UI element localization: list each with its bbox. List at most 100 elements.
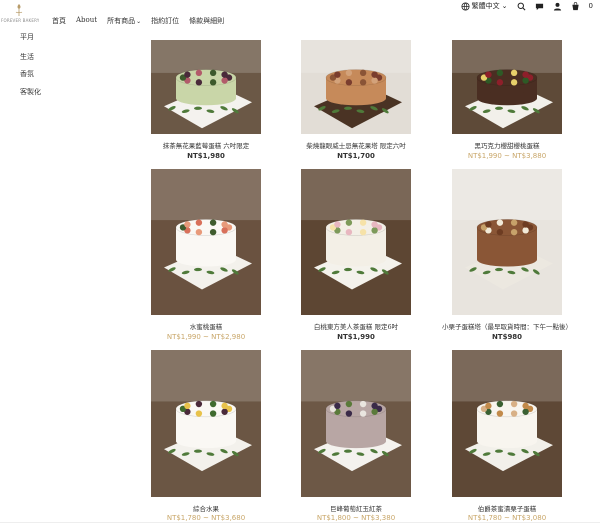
cake-topping [371, 227, 378, 234]
product-image[interactable] [151, 40, 261, 134]
product-name[interactable]: 白桃東方美人茶蛋糕 限定6吋 [291, 321, 421, 331]
photo-backdrop [301, 40, 411, 73]
chevron-down-icon: ⌄ [136, 18, 142, 25]
nav-all-products[interactable]: 所有商品⌄ [107, 16, 141, 26]
cake-topping [184, 221, 191, 228]
cake-topping [184, 71, 191, 78]
cake-topping [522, 77, 529, 84]
cake-topping [345, 219, 353, 226]
cake-topping [195, 228, 203, 236]
nav-reservation[interactable]: 指約訂位 [151, 16, 179, 26]
cake-topping [510, 219, 518, 226]
product-image[interactable] [151, 350, 261, 497]
product-name[interactable]: 水蜜桃蛋糕 [141, 321, 271, 331]
cake-topping [345, 79, 353, 86]
product-image[interactable] [452, 40, 562, 134]
globe-icon [461, 1, 470, 11]
cake-topping [359, 219, 367, 226]
cake-topping [485, 71, 492, 78]
photo-backdrop [151, 40, 261, 73]
site-header: FOREVER BAKERY 首頁 About 所有商品⌄ 指約訂位 條款與細則… [0, 0, 600, 40]
cake-topping [496, 79, 504, 86]
cake-topping [496, 400, 504, 408]
nav-terms[interactable]: 條款與細則 [189, 16, 224, 26]
main-nav: 首頁 About 所有商品⌄ 指約訂位 條款與細則 [52, 16, 224, 26]
photo-backdrop [301, 169, 411, 221]
cake-topping [522, 227, 529, 234]
chevron-down-icon: ⌄ [501, 2, 508, 10]
cake-base [176, 434, 236, 449]
product-name[interactable]: 伯爵茶蜜漬栗子蛋糕 [442, 503, 572, 513]
cake-topping [371, 71, 378, 78]
sidebar-item-fragrance[interactable]: 香氛 [20, 69, 34, 79]
logo-icon [15, 4, 23, 16]
cart-count: 0 [588, 2, 593, 10]
cake-topping [522, 221, 529, 228]
cake-topping [359, 410, 367, 417]
cake-topping [345, 400, 353, 408]
product-name[interactable]: 綜合水果 [141, 503, 271, 513]
product-image[interactable] [151, 169, 261, 315]
message-icon[interactable] [535, 2, 544, 11]
cake-topping [522, 408, 529, 415]
cake-topping [359, 69, 367, 77]
product-price: NT$1,800 ~ NT$3,380 [316, 514, 396, 522]
language-selector[interactable]: 繁體中文 ⌄ [461, 1, 508, 11]
nav-home[interactable]: 首頁 [52, 16, 66, 26]
cake-topping [522, 402, 529, 410]
product-image[interactable] [301, 40, 411, 134]
user-icon[interactable] [553, 2, 562, 11]
divider [0, 522, 600, 523]
cake-topping [510, 400, 518, 408]
cart-icon[interactable] [571, 1, 580, 11]
product-image[interactable] [301, 350, 411, 497]
photo-backdrop [452, 40, 562, 73]
product-name[interactable]: 柴燒龍眼威士忌無花果塔 限定六吋 [291, 140, 421, 150]
cake-base [326, 434, 386, 449]
product-price: NT$1,700 [337, 152, 375, 160]
sidebar-item-lifestyle[interactable]: 生活 [20, 52, 34, 62]
photo-backdrop [301, 350, 411, 402]
cake-topping [209, 79, 217, 86]
nav-about[interactable]: About [76, 16, 97, 26]
cake-topping [195, 219, 203, 226]
cake-topping [221, 77, 228, 84]
search-icon[interactable] [517, 2, 526, 11]
product-image[interactable] [452, 169, 562, 315]
cake-topping [496, 219, 504, 226]
nav-all-products-label: 所有商品 [107, 17, 136, 25]
product-name[interactable]: 小栗子蛋糕塔（最早取貨時間：下午一點後） [442, 321, 572, 331]
cake-topping [195, 79, 203, 86]
cake-topping [195, 410, 203, 417]
cake-base [326, 252, 386, 267]
product-price: NT$980 [491, 333, 523, 341]
product-price: NT$1,990 ~ NT$2,980 [166, 333, 246, 341]
cake-topping [496, 228, 504, 236]
cake-topping [221, 402, 228, 410]
sidebar-item-custom[interactable]: 客製化 [20, 87, 41, 97]
product-name[interactable]: 黑巧克力櫻甜櫻桃蛋糕 [442, 140, 572, 150]
cake-topping [209, 410, 217, 417]
cake-topping [371, 77, 378, 84]
cake-topping [195, 400, 203, 408]
cake-topping [359, 400, 367, 408]
cake-topping [209, 228, 217, 236]
brand-logo[interactable]: FOREVER BAKERY [1, 3, 39, 27]
cake-topping [184, 402, 191, 410]
cake-base [176, 252, 236, 267]
product-image[interactable] [452, 350, 562, 497]
product-name[interactable]: 巨峰葡萄紅玉紅茶 [291, 503, 421, 513]
cake-topping [345, 69, 353, 77]
sidebar-item-monthly[interactable]: 平月 [20, 32, 34, 42]
product-name[interactable]: 抹茶無花果藍莓蛋糕 六吋限定 [141, 140, 271, 150]
cake-topping [485, 402, 492, 410]
photo-backdrop [151, 169, 261, 221]
product-price: NT$1,780 ~ NT$3,680 [166, 514, 246, 522]
cake-topping [510, 79, 518, 86]
cake-base [477, 252, 537, 267]
cake-topping [334, 402, 341, 410]
product-price: NT$1,780 ~ NT$3,080 [467, 514, 547, 522]
cake-topping [209, 400, 217, 408]
photo-backdrop [452, 350, 562, 402]
product-image[interactable] [301, 169, 411, 315]
